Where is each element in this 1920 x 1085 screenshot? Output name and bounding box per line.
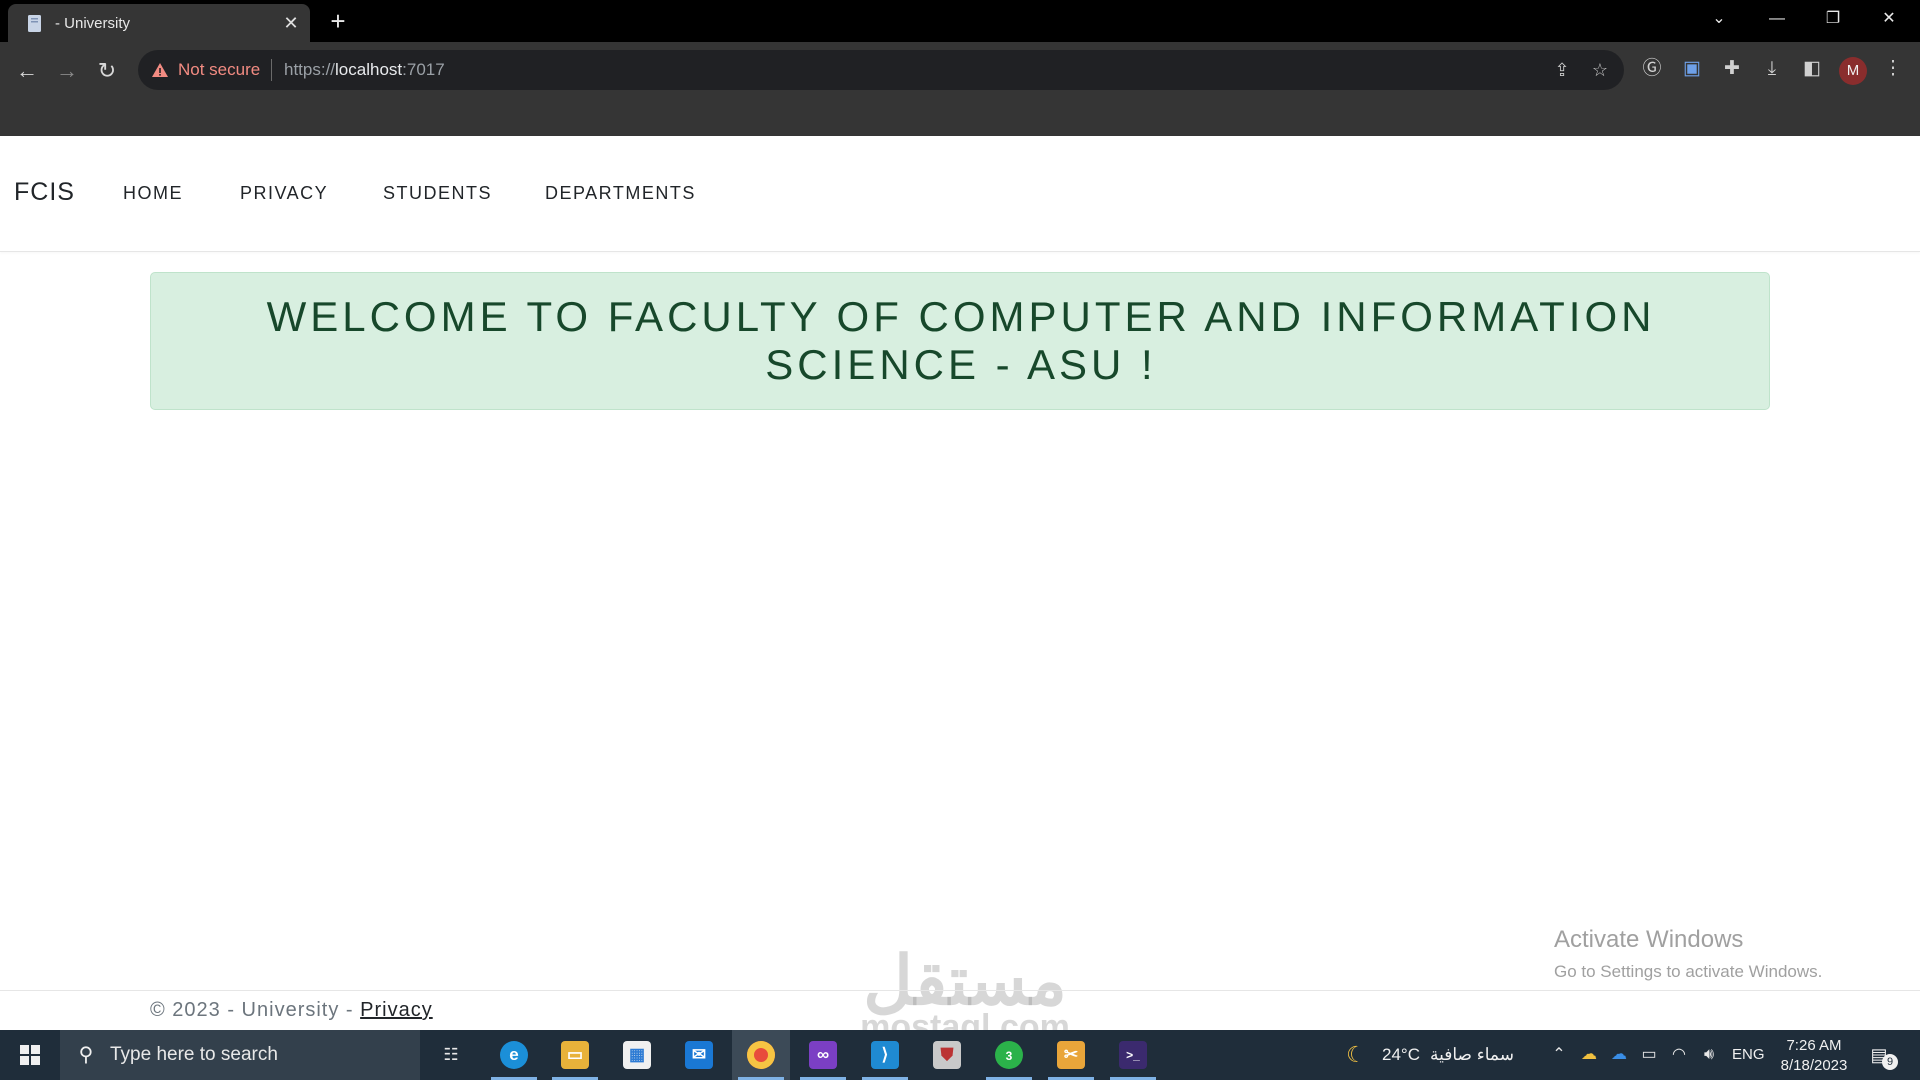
edge-app[interactable]: e bbox=[485, 1030, 543, 1080]
browser-toolbar: ← → ↻ Not secure https://localhost:7017 … bbox=[0, 42, 1920, 136]
terminal-app[interactable]: >_ bbox=[1104, 1030, 1162, 1080]
onedrive-warning-icon[interactable]: ☁ bbox=[1578, 1044, 1600, 1066]
visual-studio-icon: ∞ bbox=[809, 1041, 837, 1069]
close-window-button[interactable]: ✕ bbox=[1866, 4, 1912, 34]
translate-extension-icon[interactable]: ▣ bbox=[1679, 56, 1705, 82]
tab-strip: - University ✕ + ⌄ — ❐ ✕ bbox=[0, 0, 1920, 42]
windows-taskbar: ⚲ Type here to search ☷ e ▭ ▦ ✉ ∞ ⟩ ⛊ 3 … bbox=[0, 1030, 1920, 1080]
url-text[interactable]: https://localhost:7017 bbox=[284, 60, 445, 80]
profile-avatar[interactable]: M bbox=[1839, 57, 1867, 85]
volume-icon[interactable]: 🔊︎ bbox=[1698, 1044, 1720, 1066]
grammarly-extension-icon[interactable]: Ⓖ bbox=[1639, 56, 1665, 82]
weather-moon-icon[interactable]: ☾ bbox=[1345, 1044, 1367, 1066]
sql-server-app[interactable]: ⛊ bbox=[918, 1030, 976, 1080]
search-placeholder: Type here to search bbox=[110, 1044, 278, 1065]
task-view-icon: ☷ bbox=[443, 1045, 459, 1064]
mail-app[interactable]: ✉ bbox=[670, 1030, 728, 1080]
file-explorer-app[interactable]: ▭ bbox=[546, 1030, 604, 1080]
page-favicon-icon bbox=[28, 15, 41, 32]
windows-logo-icon bbox=[20, 1045, 40, 1065]
nav-students-link[interactable]: STUDENTS bbox=[383, 183, 492, 204]
bookmark-star-icon[interactable]: ☆ bbox=[1590, 60, 1610, 80]
restore-button[interactable]: ❐ bbox=[1810, 4, 1856, 34]
activate-windows-subtitle: Go to Settings to activate Windows. bbox=[1554, 962, 1823, 981]
download-icon[interactable]: ⤓ bbox=[1759, 56, 1785, 82]
language-indicator[interactable]: ENG bbox=[1732, 1030, 1765, 1080]
microsoft-store-app[interactable]: ▦ bbox=[608, 1030, 666, 1080]
browser-menu-icon[interactable]: ⋮ bbox=[1880, 56, 1906, 82]
nav-privacy-link[interactable]: PRIVACY bbox=[240, 183, 328, 204]
weather-temperature[interactable]: 24°C bbox=[1382, 1030, 1420, 1080]
show-hidden-icons-chevron-icon[interactable]: ⌃ bbox=[1548, 1044, 1570, 1066]
edge-icon: e bbox=[500, 1041, 528, 1069]
chrome-app[interactable] bbox=[732, 1030, 790, 1080]
weather-description[interactable]: سماء صافية bbox=[1430, 1030, 1514, 1080]
mail-icon: ✉ bbox=[685, 1041, 713, 1069]
task-view-button[interactable]: ☷ bbox=[422, 1030, 480, 1080]
battery-icon[interactable]: ▭ bbox=[1638, 1044, 1660, 1066]
welcome-heading: WELCOME TO FACULTY OF COMPUTER AND INFOR… bbox=[266, 293, 1656, 388]
browser-tab[interactable]: - University ✕ bbox=[8, 4, 310, 42]
clock-date: 8/18/2023 bbox=[1780, 1057, 1848, 1074]
extensions-puzzle-icon[interactable]: ✚ bbox=[1719, 56, 1745, 82]
notification-center-icon[interactable]: ▤ 9 bbox=[1866, 1042, 1898, 1070]
start-button[interactable] bbox=[0, 1030, 60, 1080]
tab-search-chevron-icon[interactable]: ⌄ bbox=[1696, 4, 1742, 34]
chrome-icon bbox=[747, 1041, 775, 1069]
activate-windows-notice: Activate Windows Go to Settings to activ… bbox=[1554, 926, 1822, 982]
reload-button[interactable]: ↻ bbox=[92, 56, 122, 86]
taskbar-search-box[interactable]: ⚲ Type here to search bbox=[60, 1030, 420, 1080]
forward-button[interactable]: → bbox=[52, 56, 82, 86]
address-divider bbox=[271, 59, 272, 81]
site-navbar: FCIS HOME PRIVACY STUDENTS DEPARTMENTS bbox=[0, 136, 1920, 252]
snipping-tool-app[interactable]: ✂ bbox=[1042, 1030, 1100, 1080]
web-page: FCIS HOME PRIVACY STUDENTS DEPARTMENTS W… bbox=[0, 136, 1920, 1044]
vscode-app[interactable]: ⟩ bbox=[856, 1030, 914, 1080]
welcome-alert: WELCOME TO FACULTY OF COMPUTER AND INFOR… bbox=[150, 272, 1770, 410]
tab-close-icon[interactable]: ✕ bbox=[282, 14, 300, 32]
sql-server-icon: ⛊ bbox=[933, 1041, 961, 1069]
back-button[interactable]: ← bbox=[12, 56, 42, 86]
notification-count-badge: 9 bbox=[1882, 1054, 1898, 1070]
scissors-icon: ✂ bbox=[1057, 1041, 1085, 1069]
share-icon[interactable]: ⇪ bbox=[1552, 60, 1572, 80]
address-bar[interactable]: Not secure https://localhost:7017 ⇪ ☆ bbox=[138, 50, 1624, 90]
whatsapp-icon: 3 bbox=[995, 1041, 1023, 1069]
vscode-icon: ⟩ bbox=[871, 1041, 899, 1069]
minimize-button[interactable]: — bbox=[1754, 4, 1800, 34]
new-tab-button[interactable]: + bbox=[324, 8, 352, 34]
clock-time: 7:26 AM bbox=[1786, 1037, 1842, 1054]
search-icon: ⚲ bbox=[78, 1044, 94, 1066]
store-icon: ▦ bbox=[623, 1041, 651, 1069]
footer-privacy-link[interactable]: Privacy bbox=[360, 999, 433, 1021]
folder-icon: ▭ bbox=[561, 1041, 589, 1069]
whatsapp-app[interactable]: 3 bbox=[980, 1030, 1038, 1080]
activate-windows-title: Activate Windows bbox=[1554, 926, 1744, 953]
visual-studio-app[interactable]: ∞ bbox=[794, 1030, 852, 1080]
onedrive-icon[interactable]: ☁ bbox=[1608, 1044, 1630, 1066]
nav-departments-link[interactable]: DEPARTMENTS bbox=[545, 183, 696, 204]
not-secure-label[interactable]: Not secure bbox=[178, 60, 260, 80]
warning-icon bbox=[152, 63, 168, 77]
nav-home-link[interactable]: HOME bbox=[123, 183, 183, 204]
wifi-icon[interactable]: ◠ bbox=[1668, 1044, 1690, 1066]
tab-title: - University bbox=[55, 15, 131, 32]
footer-copyright: © 2023 - University - Privacy bbox=[150, 999, 433, 1021]
site-footer: © 2023 - University - Privacy bbox=[0, 990, 1920, 1030]
taskbar-clock[interactable]: 7:26 AM 8/18/2023 bbox=[1764, 1036, 1864, 1076]
terminal-icon: >_ bbox=[1119, 1041, 1147, 1069]
side-panel-icon[interactable]: ◧ bbox=[1799, 56, 1825, 82]
site-brand[interactable]: FCIS bbox=[14, 178, 75, 207]
whatsapp-badge: 3 bbox=[1005, 1049, 1013, 1063]
